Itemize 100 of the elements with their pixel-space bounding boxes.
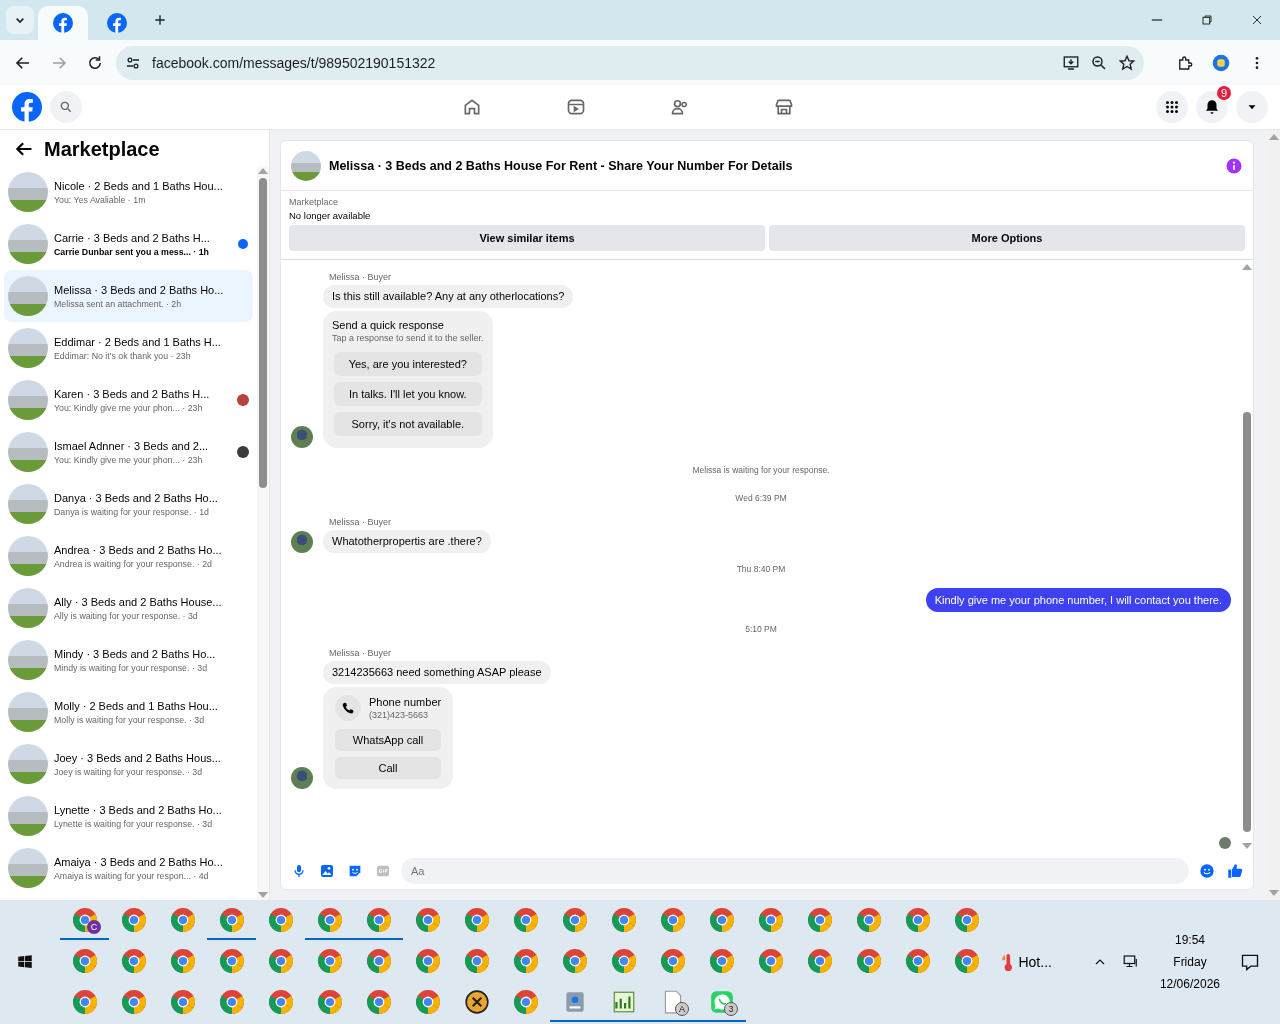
browser-icon [169,948,196,974]
browser-icon [806,948,833,974]
listing-action-button[interactable]: View similar items [289,225,765,251]
conversation-preview: Ally is waiting for your response. · 3d [54,610,199,621]
conversation-item[interactable]: Lynette · 3 Beds and 2 Baths Ho... Lynette is waiting for your response. · 3d [4,790,253,842]
listing-photo-placeholder [8,432,48,472]
message-bubble: Is this still available? Any at any otherlocations? [323,285,574,308]
conversation-title: Lynette · 3 Beds and 2 Baths Ho... [54,803,223,816]
address-bar[interactable]: facebook.com/messages/t/989502190151322 [116,45,1144,80]
notifications-button[interactable] [1196,91,1228,123]
sender-label: Melissa · Buyer [329,272,392,282]
facebook-icon [107,13,127,33]
document-taskbar-button[interactable]: A [648,984,697,1022]
browser-taskbar-button[interactable]: C [60,902,109,940]
browser-icon [169,907,196,933]
browser-tab[interactable] [38,6,88,40]
timestamp: 5:10 PM [745,624,777,634]
listing-label: Marketplace [289,197,340,207]
tab-search-button[interactable] [6,6,34,34]
scrollbar[interactable] [1268,130,1280,900]
restore-icon [1199,12,1215,28]
timestamp: Thu 8:40 PM [736,564,786,574]
conversation-title: Joey · 3 Beds and 2 Baths Hous... [54,751,222,764]
conversation-item[interactable]: Karen · 3 Beds and 2 Baths H... You: Kindly give me your phon... · 23h [4,374,253,426]
clock[interactable]: 19:54 Friday 12/06/2026 [1153,932,1226,992]
conversation-item[interactable]: Nicole · 2 Beds and 1 Baths Hou... You: Yes Avaliable · 1m [4,166,253,218]
emoji-button[interactable] [1197,861,1217,881]
notifications-icon[interactable] [1240,952,1260,972]
browser-icon [659,948,686,974]
listing-photo-placeholder [8,796,48,836]
conversation-preview: You: Yes Avaliable · 1m [54,194,147,205]
card-title: Send a quick response [332,319,445,331]
quick-response-button[interactable]: Yes, are you interested? [334,352,482,376]
message-input[interactable]: Aa [401,858,1189,884]
browser-icon [561,907,588,933]
browser-icon [463,948,490,974]
conversation-preview: Danya is waiting for your response. · 1d [54,506,210,517]
browser-icon [806,907,833,933]
search-button[interactable] [50,91,82,123]
message-bubble: Whatotherpropertis are .there? [323,530,491,553]
chat-title: Melissa · 3 Beds and 2 Baths House For Rent - Share Your Number For Details [329,158,794,173]
info-icon[interactable] [1225,156,1243,175]
card-subtitle: Tap a response to send it to the seller. [332,333,484,343]
facebook-icon [53,13,73,33]
listing-photo-placeholder [8,744,48,784]
conversation-item[interactable]: Ismael Adnner · 3 Beds and 2... You: Kindly give me your phon... · 23h [4,426,253,478]
like-button[interactable] [1225,861,1245,881]
card-title: Phone number [369,696,442,708]
listing-status: No longer available [289,210,372,221]
video-icon [566,97,586,117]
conversation-item[interactable]: Molly · 2 Beds and 1 Baths Hou... Molly is waiting for your response. · 3d [4,686,253,738]
conversation-item[interactable]: Carrie · 3 Beds and 2 Baths H... Carrie Dunbar sent you a mess... · 1h [4,218,253,270]
chat-app-taskbar-button[interactable]: 3 [697,984,746,1022]
zoom-icon[interactable] [1090,53,1108,72]
conversation-item[interactable]: Eddimar · 2 Beds and 1 Baths H... Eddimar: No it's ok thank you · 23h [4,322,253,374]
call-button[interactable]: WhatsApp call [335,729,441,751]
home-icon [462,97,482,117]
listing-action-button[interactable]: More Options [769,225,1245,251]
conversation-item[interactable]: Amaiya · 3 Beds and 2 Baths Ho... Amaiya is waiting for your respon... · 4d [4,842,253,894]
conversation-preview: Carrie Dunbar sent you a mess... · 1h [54,246,210,257]
browser-icon [757,948,784,974]
listing-photo-placeholder [291,150,321,181]
conversation-item[interactable]: Mindy · 3 Beds and 2 Baths Ho... Mindy is waiting for your response. · 3d [4,634,253,686]
browser-icon [855,948,882,974]
conversation-item[interactable]: Ally · 3 Beds and 2 Baths House... Ally is waiting for your response. · 3d [4,582,253,634]
friends-icon [670,97,690,117]
conversation-item[interactable]: Joey · 3 Beds and 2 Baths Hous... Joey is waiting for your response. · 3d [4,738,253,790]
browser-icon [512,948,539,974]
browser-icon [316,907,343,933]
browser-icon [218,989,245,1015]
conversation-item[interactable]: Melissa · 3 Beds and 2 Baths Ho... Melissa sent an attachment. · 2h [4,270,253,322]
browser-icon [953,948,980,974]
gif-icon [375,863,391,879]
conversation-title: Andrea · 3 Beds and 2 Baths Ho... [54,543,223,556]
browser-icon [414,989,441,1015]
quick-response-button[interactable]: Sorry, it's not available. [334,412,482,436]
call-button[interactable]: Call [335,757,441,779]
facebook-logo-icon[interactable] [12,92,42,122]
quick-response-button[interactable]: In talks. I'll let you know. [334,382,482,406]
conversation-item[interactable]: Andrea · 3 Beds and 2 Baths Ho... Andrea is waiting for your response. · 2d [4,530,253,582]
weather-widget[interactable]: Hot... [995,951,1058,973]
install-icon[interactable] [1062,53,1080,72]
browser-icon [365,907,392,933]
conversation-item[interactable]: Danya · 3 Beds and 2 Baths Ho... Danya is waiting for your response. · 1d [4,478,253,530]
browser-icon [267,989,294,1015]
conversation-title: Amaiya · 3 Beds and 2 Baths Ho... [54,855,224,868]
conversation-title: Ismael Adnner · 3 Beds and 2... [54,439,210,452]
read-receipt-avatar [1219,837,1231,849]
browser-icon [904,948,931,974]
listing-photo-placeholder [8,484,48,524]
browser-icon [610,948,637,974]
scrollbar[interactable] [257,166,269,900]
search-icon [59,100,73,114]
apps-grid-button[interactable] [1156,91,1188,123]
browser-icon [708,948,735,974]
listing-photo-placeholder [8,328,48,368]
browser-icon [512,989,539,1015]
browser-icon [316,989,343,1015]
bookmark-star-icon[interactable] [1118,53,1136,72]
browser-icon [561,948,588,974]
